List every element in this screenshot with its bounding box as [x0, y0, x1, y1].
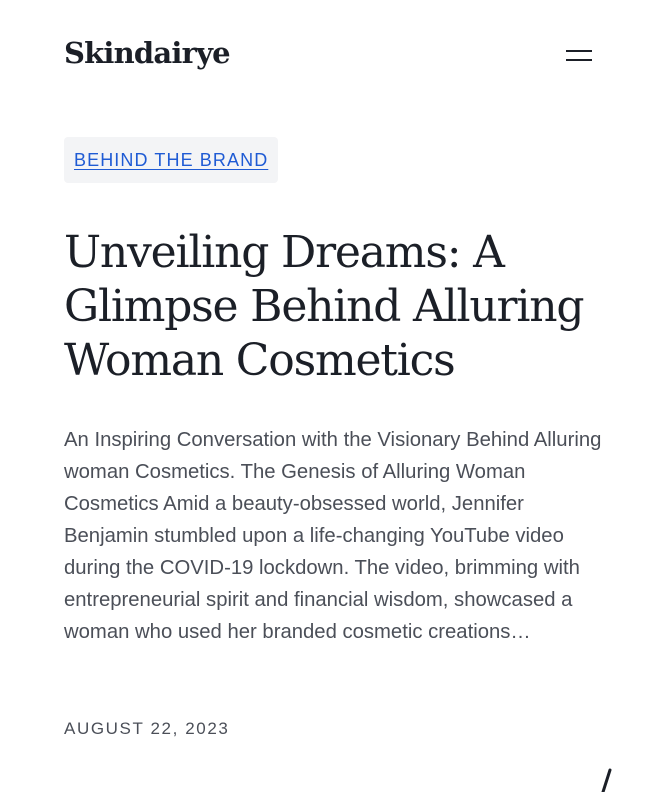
menu-button[interactable] — [564, 42, 594, 66]
site-header: Skindairye — [64, 36, 594, 76]
post-title[interactable]: Unveiling Dreams: A Glimpse Behind Allur… — [64, 226, 624, 388]
menu-line-top — [566, 50, 592, 52]
site-title[interactable]: Skindairye — [64, 36, 231, 70]
decorative-stroke — [601, 768, 612, 792]
menu-line-bottom — [566, 59, 592, 61]
post-excerpt: An Inspiring Conversation with the Visio… — [64, 429, 602, 643]
category-tag-link[interactable]: BEHIND THE BRAND — [64, 137, 279, 183]
post-date: AUGUST 22, 2023 — [64, 719, 230, 738]
